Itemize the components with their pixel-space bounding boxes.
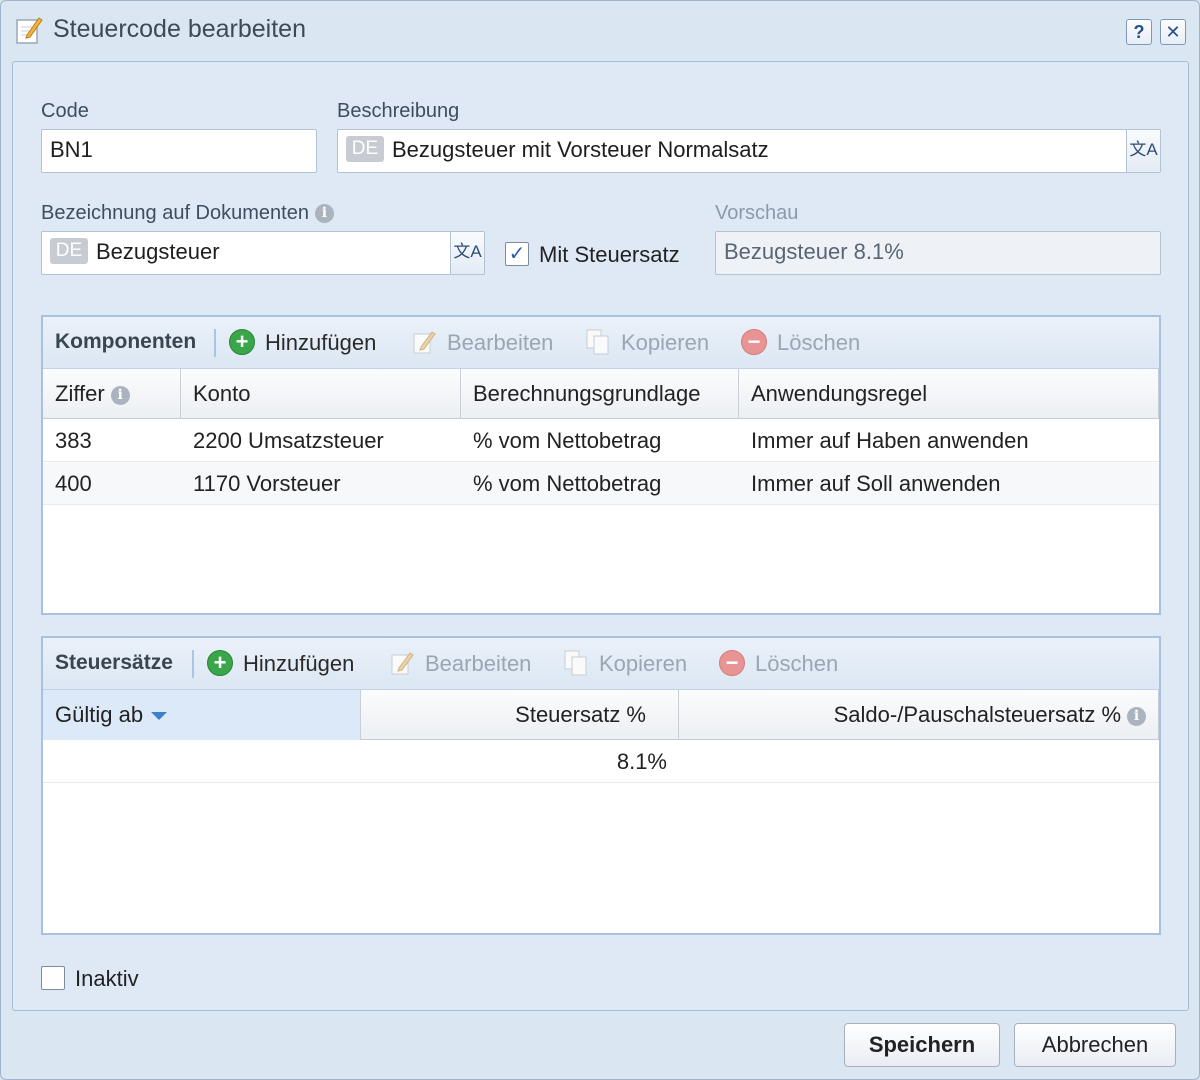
bezeichnung-label: Bezeichnung auf Dokumenten i xyxy=(41,202,334,225)
beschreibung-input[interactable]: DE Bezugsteuer mit Vorsteuer Normalsatz 文… xyxy=(337,129,1161,173)
minus-icon: − xyxy=(741,329,767,356)
code-value: BN1 xyxy=(50,137,93,162)
cell-ziffer: 400 xyxy=(55,471,92,496)
code-input[interactable]: BN1 xyxy=(41,129,317,173)
komponenten-add-button[interactable]: + Hinzufügen xyxy=(229,328,376,358)
cell-ziffer: 383 xyxy=(55,428,92,453)
copy-icon xyxy=(586,329,609,355)
cell-saldo-pauschalsteuersatz xyxy=(679,741,1159,783)
dialog-content: Code BN1 Beschreibung DE Bezugsteuer mit … xyxy=(12,61,1189,1011)
column-header-berechnungsgrundlage[interactable]: Berechnungsgrundlage xyxy=(461,369,739,419)
pencil-icon xyxy=(413,331,436,354)
steuersaetze-edit-button[interactable]: Bearbeiten xyxy=(389,649,531,679)
steuersaetze-table-header: Gültig ab Steuersatz % Saldo-/Pauschalst… xyxy=(43,690,1159,740)
column-header-steuersatz[interactable]: Steuersatz % xyxy=(361,690,679,740)
steuersaetze-delete-button[interactable]: − Löschen xyxy=(719,649,838,679)
language-badge: DE xyxy=(346,136,384,163)
inaktiv-checkbox[interactable] xyxy=(41,966,65,990)
help-button[interactable]: ? xyxy=(1126,19,1152,45)
vorschau-label: Vorschau xyxy=(715,202,799,224)
komponenten-edit-label: Bearbeiten xyxy=(447,330,554,355)
komponenten-panel: Komponenten + Hinzufügen Bearbeiten Kopie… xyxy=(41,315,1161,615)
column-header-label: Gültig ab xyxy=(55,702,144,727)
column-header-anwendungsregel[interactable]: Anwendungsregel xyxy=(739,369,1159,419)
cell-berechnungsgrundlage: % vom Nettobetrag xyxy=(473,471,662,496)
table-row[interactable]: 8.1% xyxy=(43,741,1159,783)
komponenten-copy-button[interactable]: Kopieren xyxy=(585,328,709,358)
sort-descending-icon xyxy=(151,712,168,721)
mit-steuersatz-label: Mit Steuersatz xyxy=(539,242,680,267)
komponenten-toolbar: Komponenten + Hinzufügen Bearbeiten Kopie… xyxy=(43,317,1159,369)
info-icon[interactable]: i xyxy=(110,385,130,405)
steuersaetze-title: Steuersätze xyxy=(55,651,173,674)
dialog-title: Steuercode bearbeiten xyxy=(53,15,306,43)
save-button[interactable]: Speichern xyxy=(844,1023,1000,1067)
minus-icon: − xyxy=(719,650,745,677)
cell-konto: 1170 Vorsteuer xyxy=(193,471,341,496)
bezeichnung-input[interactable]: DE Bezugsteuer 文A xyxy=(41,231,485,275)
komponenten-copy-label: Kopieren xyxy=(621,330,710,355)
info-icon[interactable]: i xyxy=(1127,706,1146,726)
komponenten-delete-label: Löschen xyxy=(777,330,861,355)
copy-icon xyxy=(564,650,587,676)
column-header-label: Ziffer xyxy=(55,381,105,406)
pencil-icon xyxy=(391,652,414,675)
komponenten-delete-button[interactable]: − Löschen xyxy=(741,328,860,358)
dialog-window: Steuercode bearbeiten ? ✕ Code BN1 Besch… xyxy=(0,0,1200,1080)
steuersaetze-add-button[interactable]: + Hinzufügen xyxy=(207,649,354,679)
plus-icon: + xyxy=(207,650,233,677)
cell-anwendungsregel: Immer auf Soll anwenden xyxy=(751,471,1001,496)
edit-document-icon xyxy=(16,17,43,44)
column-header-label: Saldo-/Pauschalsteuersatz % xyxy=(833,702,1121,727)
language-badge: DE xyxy=(50,238,88,265)
steuersaetze-copy-button[interactable]: Kopieren xyxy=(563,649,687,679)
steuersaetze-delete-label: Löschen xyxy=(755,651,839,676)
komponenten-title: Komponenten xyxy=(55,330,197,353)
cell-gueltig-ab xyxy=(43,741,361,783)
toolbar-separator xyxy=(192,650,194,678)
table-row[interactable]: 400 1170 Vorsteuer % vom Nettobetrag Imm… xyxy=(43,463,1159,505)
close-button[interactable]: ✕ xyxy=(1160,19,1186,45)
beschreibung-value: Bezugsteuer mit Vorsteuer Normalsatz xyxy=(392,137,769,162)
komponenten-edit-button[interactable]: Bearbeiten xyxy=(411,328,553,358)
info-icon[interactable]: i xyxy=(314,204,334,224)
cell-berechnungsgrundlage: % vom Nettobetrag xyxy=(473,428,662,453)
table-row[interactable]: 383 2200 Umsatzsteuer % vom Nettobetrag … xyxy=(43,420,1159,462)
code-label: Code xyxy=(41,100,89,122)
translate-icon[interactable]: 文A xyxy=(450,232,484,274)
inaktiv-label: Inaktiv xyxy=(75,966,139,991)
komponenten-table-header: Ziffer i Konto Berechnungsgrundlage Anwen… xyxy=(43,369,1159,419)
bezeichnung-value: Bezugsteuer xyxy=(96,239,220,264)
steuersaetze-add-label: Hinzufügen xyxy=(243,651,355,676)
komponenten-add-label: Hinzufügen xyxy=(265,330,377,355)
mit-steuersatz-checkbox[interactable]: ✓ xyxy=(505,242,529,266)
plus-icon: + xyxy=(229,329,255,356)
column-header-konto[interactable]: Konto xyxy=(181,369,461,419)
bezeichnung-label-text: Bezeichnung auf Dokumenten xyxy=(41,202,309,224)
title-bar[interactable]: Steuercode bearbeiten ? ✕ xyxy=(1,1,1199,59)
toolbar-separator xyxy=(214,329,216,357)
vorschau-field: Bezugsteuer 8.1% xyxy=(715,231,1161,275)
steuersaetze-edit-label: Bearbeiten xyxy=(425,651,532,676)
column-header-gueltig-ab[interactable]: Gültig ab xyxy=(43,690,361,740)
beschreibung-label: Beschreibung xyxy=(337,100,460,122)
steuersaetze-copy-label: Kopieren xyxy=(599,651,688,676)
translate-icon[interactable]: 文A xyxy=(1126,130,1160,172)
vorschau-value: Bezugsteuer 8.1% xyxy=(724,239,904,264)
cell-anwendungsregel: Immer auf Haben anwenden xyxy=(751,428,1029,453)
cell-steuersatz: 8.1% xyxy=(616,749,667,774)
column-header-ziffer[interactable]: Ziffer i xyxy=(43,369,181,419)
cell-konto: 2200 Umsatzsteuer xyxy=(193,428,384,453)
cancel-button[interactable]: Abbrechen xyxy=(1014,1023,1176,1067)
steuersaetze-toolbar: Steuersätze + Hinzufügen Bearbeiten Kopie… xyxy=(43,638,1159,690)
column-header-saldo-pauschalsteuersatz[interactable]: Saldo-/Pauschalsteuersatz % i xyxy=(679,690,1159,740)
steuersaetze-panel: Steuersätze + Hinzufügen Bearbeiten Kopie… xyxy=(41,636,1161,935)
